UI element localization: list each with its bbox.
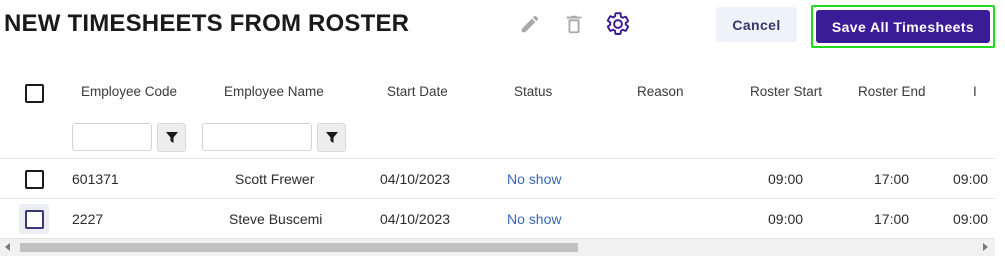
employee-code-filter-button[interactable] [157,123,186,152]
employee-name-filter-input[interactable] [202,123,312,151]
cell-status-link[interactable]: No show [507,171,561,187]
column-header-start-date[interactable]: Start Date [387,84,448,99]
cell-roster-end: 17:00 [874,171,910,187]
cell-status-link[interactable]: No show [507,211,561,227]
row-checkbox[interactable] [25,210,44,229]
filter-icon [325,131,338,143]
trash-icon[interactable] [560,10,588,38]
column-header-roster-end[interactable]: Roster End [858,84,926,99]
save-all-timesheets-button[interactable]: Save All Timesheets [816,10,990,43]
column-header-reason[interactable]: Reason [637,84,684,99]
employee-name-filter-button[interactable] [317,123,346,152]
row-divider [0,198,995,199]
pencil-icon[interactable] [516,10,544,38]
cell-start-date: 04/10/2023 [380,171,451,187]
filter-icon [165,131,178,143]
scroll-left-arrow-icon[interactable] [5,243,10,251]
column-header-employee-code[interactable]: Employee Code [81,84,177,99]
scrollbar-thumb[interactable] [20,243,578,252]
timesheet-grid: Employee Code Employee Name Start Date S… [0,70,995,260]
cancel-button[interactable]: Cancel [716,7,797,42]
row-checkbox[interactable] [25,170,44,189]
column-header-status[interactable]: Status [514,84,552,99]
horizontal-scrollbar[interactable] [0,238,995,256]
cell-employee-name: Steve Buscemi [229,211,323,227]
scroll-right-arrow-icon[interactable] [983,243,988,251]
column-header-employee-name[interactable]: Employee Name [224,84,324,99]
cell-roster-end: 17:00 [874,211,910,227]
page-title: NEW TIMESHEETS FROM ROSTER [4,10,410,37]
cell-extra: 09:00 [953,171,989,187]
save-button-focus-ring: Save All Timesheets [811,5,995,48]
gear-icon[interactable] [604,10,632,38]
cell-employee-code: 2227 [72,211,104,227]
column-header-roster-start[interactable]: Roster Start [750,84,822,99]
cell-employee-name: Scott Frewer [235,171,315,187]
row-divider [0,158,995,159]
employee-code-filter-input[interactable] [72,123,152,151]
cell-extra: 09:00 [953,211,989,227]
cell-roster-start: 09:00 [768,211,804,227]
cell-employee-code: 601371 [72,171,119,187]
column-header-truncated[interactable]: I [973,84,977,99]
cell-start-date: 04/10/2023 [380,211,451,227]
select-all-checkbox[interactable] [25,84,44,103]
cell-roster-start: 09:00 [768,171,804,187]
